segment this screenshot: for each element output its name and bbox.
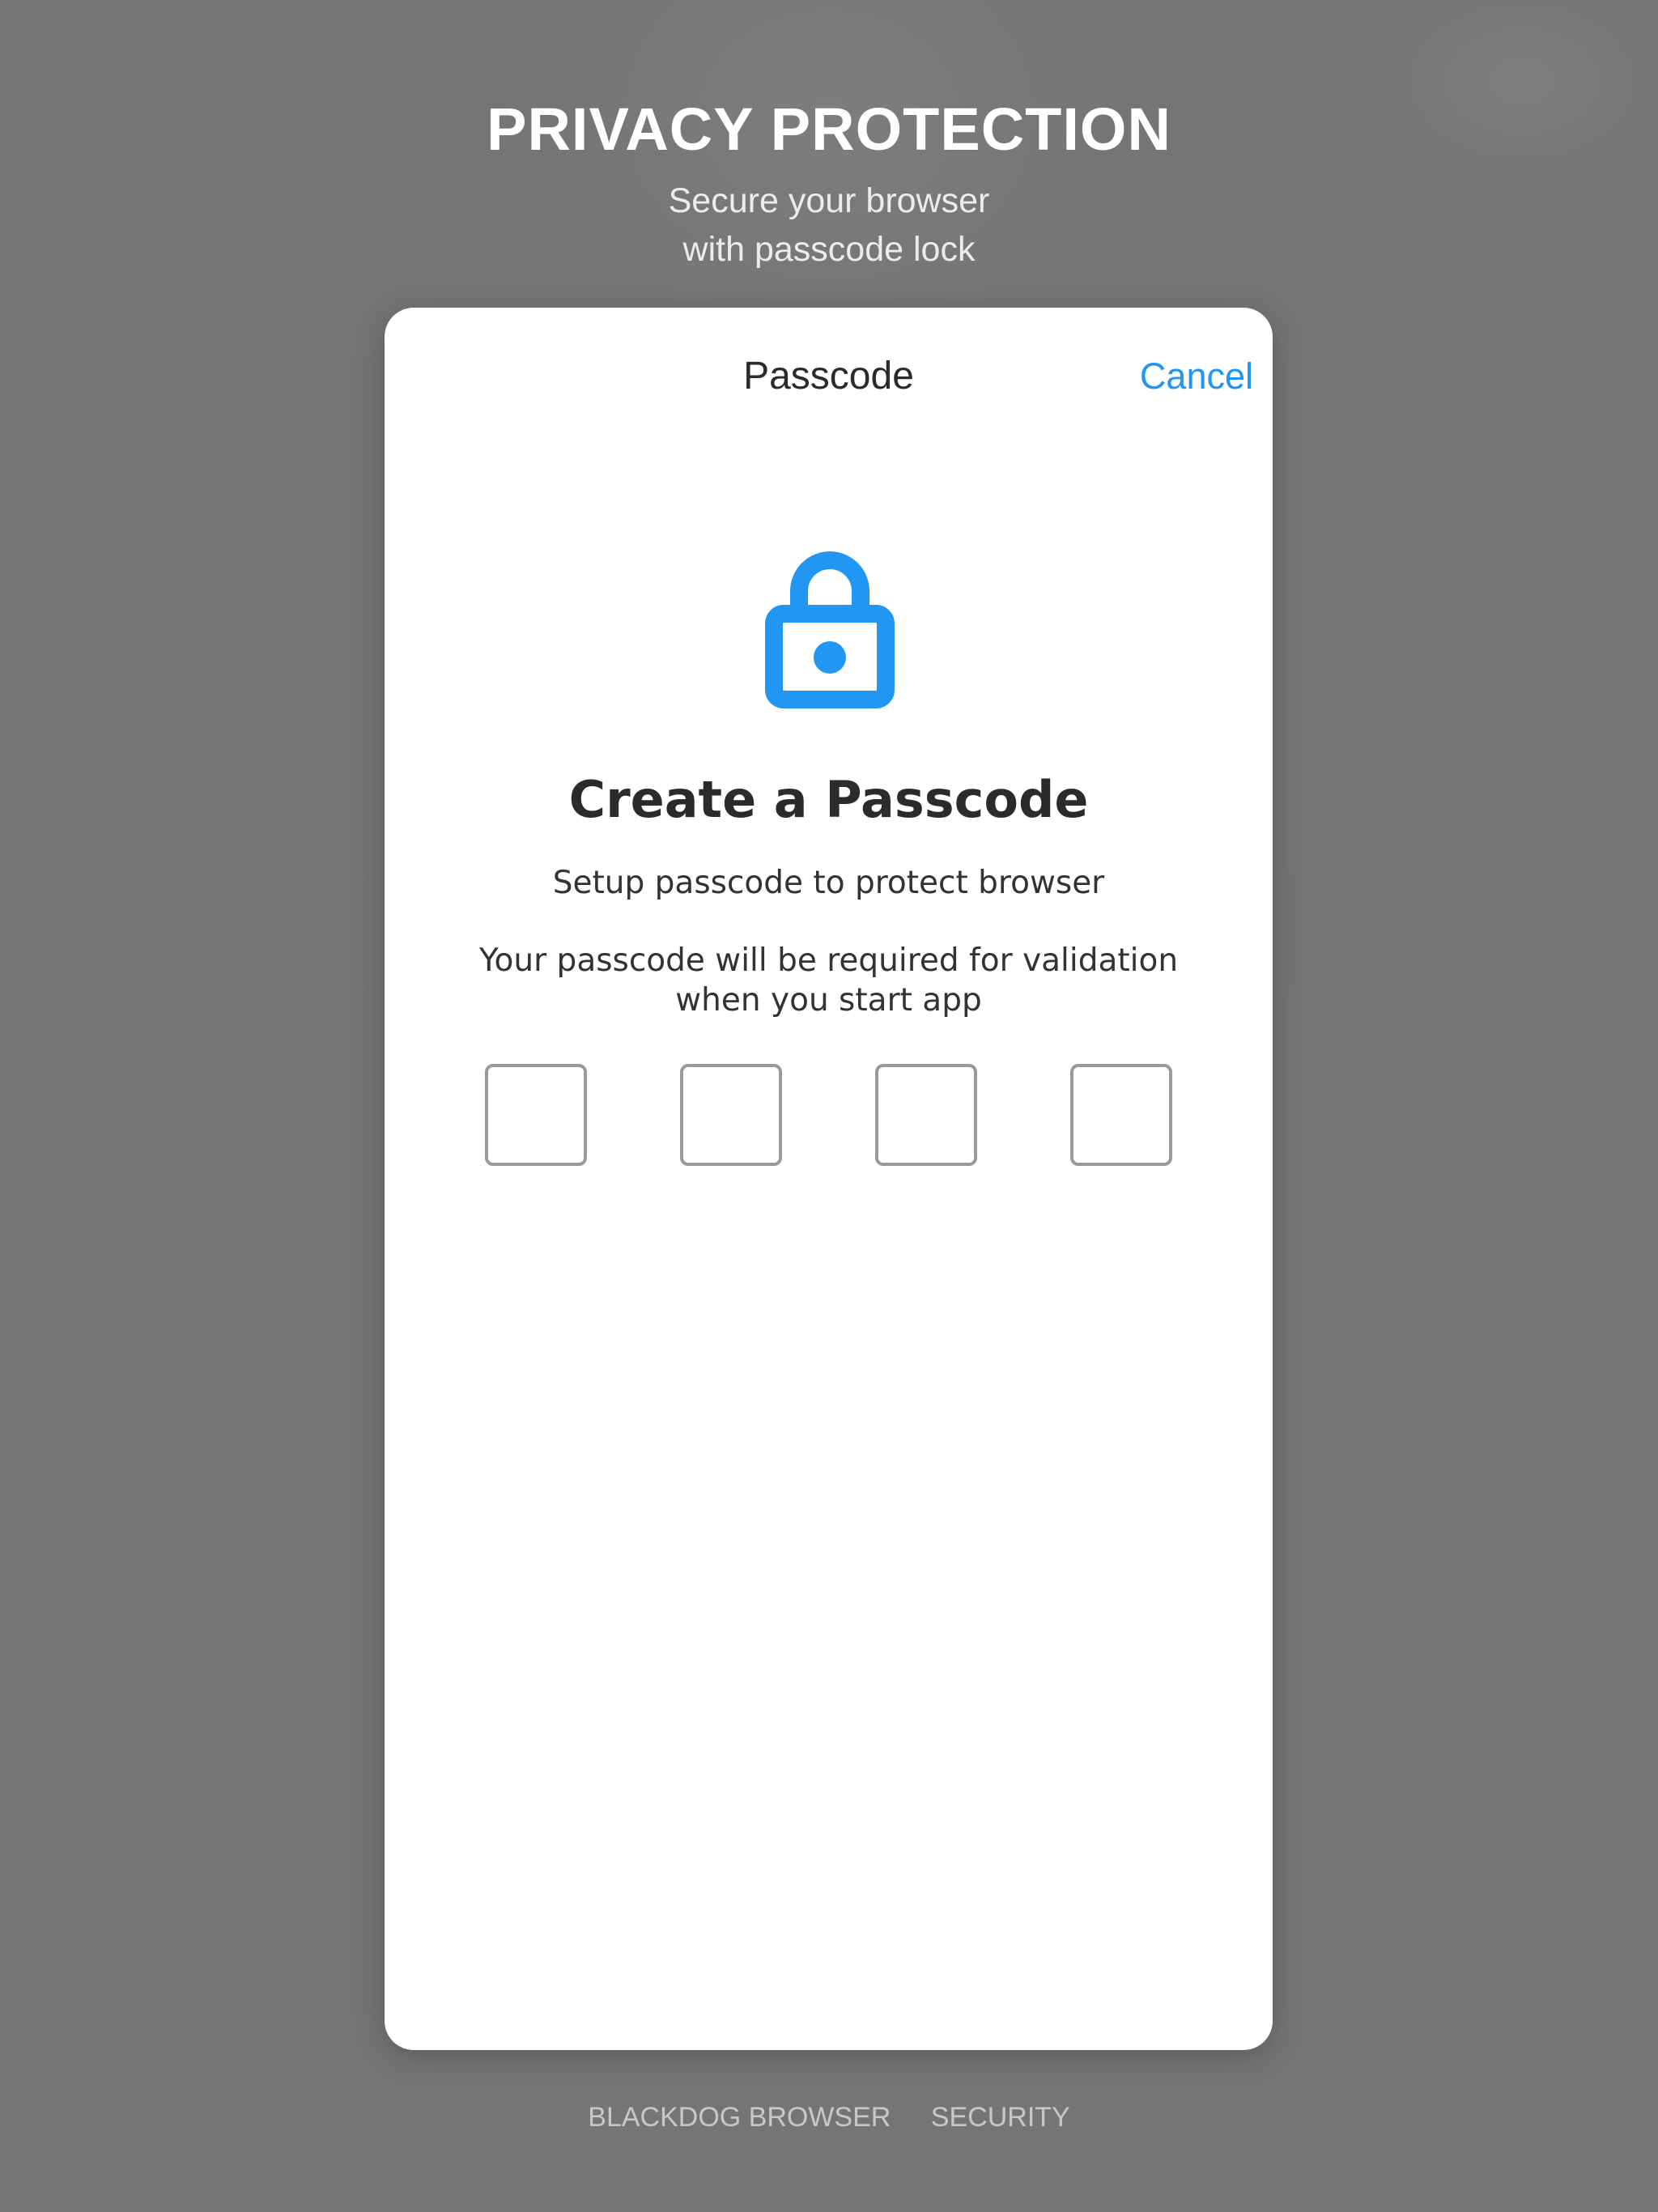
passcode-modal: Passcode Cancel Create a Passcode Setup …	[385, 308, 1273, 2050]
footer: BLACKDOG BROWSER SECURITY	[0, 2097, 1658, 2138]
setup-text: Setup passcode to protect browser	[552, 865, 1105, 901]
info-text-line-2: when you start app	[675, 982, 982, 1019]
footer-section: SECURITY	[930, 2102, 1070, 2133]
create-passcode-heading: Create a Passcode	[568, 770, 1089, 829]
hero-subtitle-line-2: with passcode lock	[682, 230, 976, 269]
passcode-digit-1[interactable]	[485, 1064, 587, 1166]
info-text: Your passcode will be required for valid…	[466, 941, 1192, 1020]
cancel-button[interactable]: Cancel	[1140, 348, 1253, 405]
passcode-digit-4[interactable]	[1070, 1064, 1172, 1166]
hero-title: PRIVACY PROTECTION	[487, 96, 1171, 163]
hero-subtitle: Secure your browser with passcode lock	[0, 177, 1658, 274]
hero-subtitle-line-1: Secure your browser	[668, 181, 990, 220]
lock-icon	[765, 551, 895, 708]
passcode-input-row[interactable]	[485, 1064, 1173, 1166]
footer-brand: BLACKDOG BROWSER	[588, 2102, 891, 2133]
passcode-digit-2[interactable]	[680, 1064, 782, 1166]
info-text-line-1: Your passcode will be required for valid…	[478, 942, 1179, 979]
passcode-digit-3[interactable]	[875, 1064, 977, 1166]
